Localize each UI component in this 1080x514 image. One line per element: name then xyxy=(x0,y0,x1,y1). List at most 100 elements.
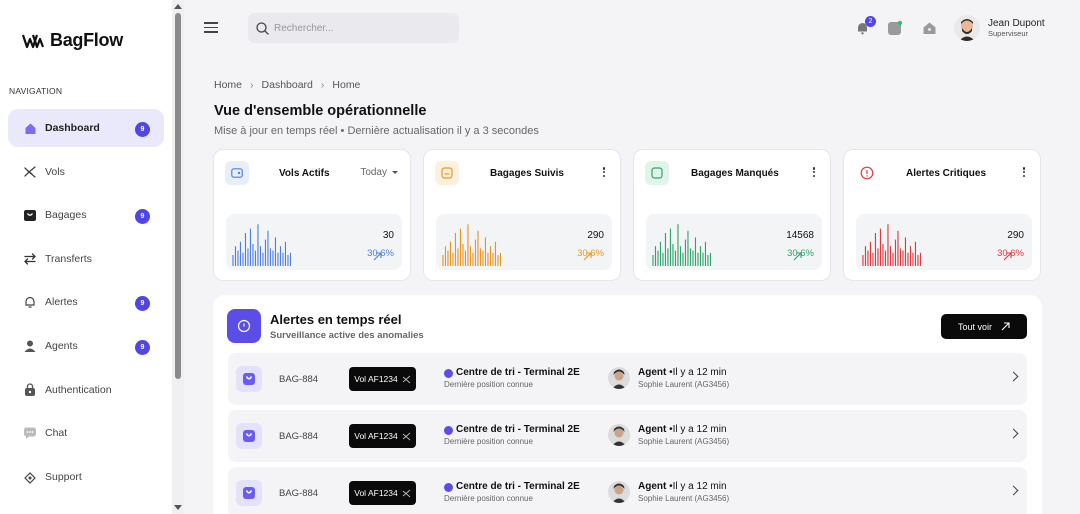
sparkline-bar xyxy=(914,241,917,266)
agent-name: Sophie Laurent (AG3456) xyxy=(638,380,730,389)
chevron-right-icon[interactable] xyxy=(1008,485,1019,496)
sparkline-bar xyxy=(289,252,292,266)
sidebar-scrollbar[interactable] xyxy=(172,0,184,514)
sidebar-item-support[interactable]: Support xyxy=(8,458,164,496)
sidebar-item-bagages[interactable]: Bagages 9 xyxy=(8,196,164,234)
search-input[interactable] xyxy=(274,22,444,34)
user-profile[interactable]: Jean Dupont Superviseur xyxy=(954,15,1045,41)
sparkline-bar xyxy=(442,255,444,266)
apps-icon xyxy=(888,20,903,35)
sidebar-item-agents[interactable]: Agents 9 xyxy=(8,327,164,365)
scroll-down-arrow-icon[interactable] xyxy=(174,505,182,510)
scroll-up-arrow-icon[interactable] xyxy=(174,4,182,9)
chevron-right-icon[interactable] xyxy=(1008,428,1019,439)
sparkline-bar xyxy=(654,246,657,266)
breadcrumb-item[interactable]: Home xyxy=(214,79,242,91)
sidebar-item-dashboard[interactable]: Dashboard 9 xyxy=(8,109,164,147)
location-subtitle: Dernière position connue xyxy=(444,494,533,503)
flight-chip[interactable]: Vol AF1234 xyxy=(349,367,416,391)
kpi-card-bagages-manques: Bagages Manqués 14568 30.6% xyxy=(633,149,831,281)
arrow-up-right-icon xyxy=(793,252,802,261)
sparkline-bar xyxy=(894,239,897,266)
sparkline-bar xyxy=(862,255,864,266)
period-dropdown[interactable]: Today xyxy=(360,167,398,178)
agent-avatar xyxy=(608,481,630,503)
alert-time: •Il y a 12 min xyxy=(669,481,727,492)
user-name: Jean Dupont xyxy=(988,18,1045,29)
search-bar[interactable] xyxy=(248,13,459,43)
sparkline-bar xyxy=(249,228,252,266)
home-button[interactable] xyxy=(921,20,937,36)
page-title: Vue d'ensemble opérationnelle xyxy=(214,103,427,119)
agent-label: Agent xyxy=(638,481,667,492)
kpi-card-vols-actifs: Vols Actifs Today 30 30.6% xyxy=(213,149,411,281)
chevron-right-icon[interactable] xyxy=(1008,371,1019,382)
sparkline-bar xyxy=(897,230,899,266)
card-title: Alertes Critiques xyxy=(906,168,987,179)
sparkline-bar xyxy=(257,224,259,266)
sidebar-item-chat[interactable]: Chat xyxy=(8,414,164,452)
sidebar-item-transferts[interactable]: Transferts xyxy=(8,240,164,278)
sidebar-item-authentication[interactable]: Authentication xyxy=(8,371,164,409)
more-options-icon[interactable] xyxy=(1018,165,1030,179)
sparkline-bar xyxy=(274,237,277,266)
sparkline-bar xyxy=(252,244,254,266)
location-subtitle: Dernière position connue xyxy=(444,380,533,389)
kpi-value: 290 xyxy=(1007,230,1024,241)
sidebar-item-vols[interactable]: Vols xyxy=(8,153,164,191)
notification-button[interactable]: 2 xyxy=(854,16,876,36)
sparkline-bar xyxy=(864,246,867,266)
sparkline-bar xyxy=(909,246,912,266)
agent-avatar xyxy=(608,367,630,389)
user-role: Superviseur xyxy=(988,29,1029,38)
sparkline-bar xyxy=(239,241,242,266)
sparkline-bar xyxy=(672,244,674,266)
sparkline-bar xyxy=(244,233,247,266)
app-root: BagFlow NAVIGATION Dashboard 9 Vols Baga… xyxy=(0,0,1080,514)
breadcrumb-item[interactable]: Home xyxy=(332,79,360,91)
sparkline-bar xyxy=(687,230,689,266)
alerts-subtitle: Surveillance active des anomalies xyxy=(270,330,424,341)
sparkline-bar xyxy=(262,252,264,266)
flight-chip[interactable]: Vol AF1234 xyxy=(349,481,416,505)
alert-row[interactable]: BAG-884 Vol AF1234 Centre de tri - Termi… xyxy=(228,353,1027,405)
missed-bag-card-icon xyxy=(645,161,669,185)
view-all-button[interactable]: Tout voir xyxy=(941,314,1027,339)
sparkline-bar xyxy=(279,246,282,266)
agent-line: Agent •Il y a 12 min xyxy=(638,424,727,435)
alert-row[interactable]: BAG-884 Vol AF1234 Centre de tri - Termi… xyxy=(228,467,1027,514)
more-options-icon[interactable] xyxy=(808,165,820,179)
logo[interactable]: BagFlow xyxy=(22,30,123,51)
scroll-thumb[interactable] xyxy=(175,13,181,379)
sparkline-bar xyxy=(452,252,454,266)
apps-button[interactable] xyxy=(887,20,903,36)
sparkline-bar xyxy=(709,252,712,266)
sparkline-bar xyxy=(869,241,872,266)
sparkline-bar xyxy=(497,255,499,266)
location-title: Centre de tri - Terminal 2E xyxy=(456,367,580,378)
sparkline-bar xyxy=(457,248,459,266)
flight-number: Vol AF1234 xyxy=(354,488,398,498)
user-icon xyxy=(22,338,38,354)
transfer-icon xyxy=(22,251,38,267)
more-options-icon[interactable] xyxy=(598,165,610,179)
menu-toggle-icon[interactable] xyxy=(204,22,218,36)
breadcrumb-item[interactable]: Dashboard xyxy=(262,79,313,91)
breadcrumb-separator-icon: › xyxy=(320,79,325,91)
alert-time: •Il y a 12 min xyxy=(669,367,727,378)
flight-chip[interactable]: Vol AF1234 xyxy=(349,424,416,448)
bag-icon xyxy=(236,366,262,392)
sparkline-bar xyxy=(657,250,659,266)
sidebar: BagFlow NAVIGATION Dashboard 9 Vols Baga… xyxy=(0,0,172,514)
nav-badge: 9 xyxy=(135,339,150,355)
agent-avatar xyxy=(608,424,630,446)
sparkline-bar xyxy=(284,241,287,266)
avatar xyxy=(954,15,980,41)
chevron-down-icon xyxy=(392,171,398,174)
nav-badge: 9 xyxy=(135,122,150,137)
alert-row[interactable]: BAG-884 Vol AF1234 Centre de tri - Termi… xyxy=(228,410,1027,462)
sparkline-bar xyxy=(887,224,889,266)
sparkline-bar xyxy=(237,250,239,266)
sparkline-bar xyxy=(484,237,487,266)
sidebar-item-alertes[interactable]: Alertes 9 xyxy=(8,283,164,321)
